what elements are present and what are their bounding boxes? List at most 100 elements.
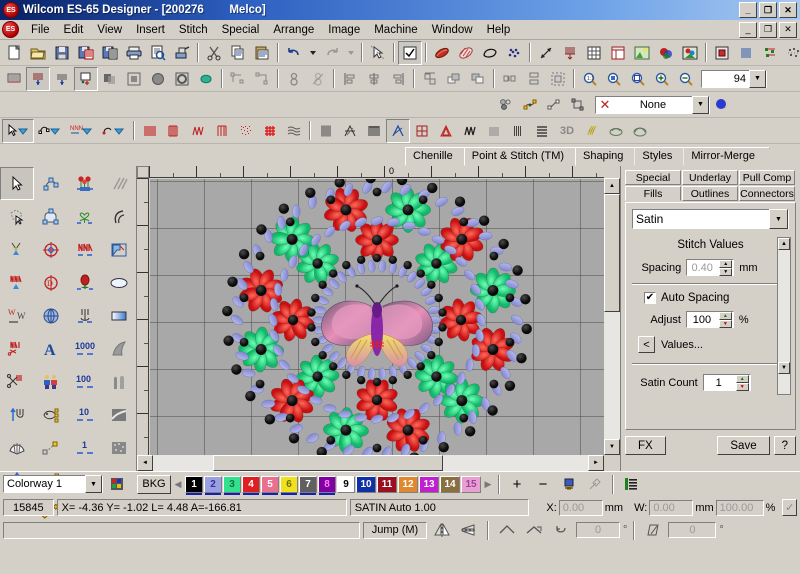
color-swatch-5[interactable]: 5 — [261, 475, 279, 495]
color-swatch-12[interactable]: 12 — [398, 475, 418, 493]
document-close-button[interactable]: ✕ — [779, 21, 797, 38]
unlock-stitch-icon[interactable] — [306, 67, 330, 91]
panel-scroll-track[interactable] — [778, 250, 790, 362]
lettering-w-icon[interactable]: WW — [0, 299, 34, 332]
column-stitch-icon[interactable] — [0, 266, 34, 299]
color-swatch-2[interactable]: 2 — [204, 475, 222, 495]
corner-node-icon[interactable] — [566, 93, 590, 117]
redo-dropdown-icon[interactable] — [344, 41, 358, 65]
cross-stitch-icon[interactable] — [258, 119, 282, 143]
chevron-down-icon[interactable]: ▼ — [769, 209, 788, 229]
thousand-stitches-icon[interactable]: 1000 — [68, 332, 102, 365]
show-connectors-icon[interactable] — [758, 41, 782, 65]
diagonal-lines-icon[interactable] — [102, 167, 136, 200]
scroll-down-button[interactable]: ▼ — [604, 439, 620, 455]
show-bitmap-icon[interactable] — [710, 41, 734, 65]
measure-icon[interactable] — [534, 41, 558, 65]
x-input[interactable]: 0.00 — [558, 499, 603, 516]
menu-edit[interactable]: Edit — [57, 22, 91, 38]
digitize-closed-icon[interactable] — [2, 67, 26, 91]
print-preview-icon[interactable] — [146, 41, 170, 65]
mirror-vertical-icon[interactable] — [457, 518, 481, 542]
arrow-up-icon[interactable] — [0, 398, 34, 431]
align-right-icon[interactable] — [386, 67, 410, 91]
steil-stitch-icon[interactable] — [362, 119, 386, 143]
ring-fill-icon[interactable] — [170, 67, 194, 91]
zigzag-nnn-icon[interactable] — [68, 233, 102, 266]
print-icon[interactable] — [122, 41, 146, 65]
bkg-button[interactable]: BKG — [137, 474, 171, 494]
reshape-icon[interactable] — [226, 67, 250, 91]
eyedropper-icon[interactable] — [583, 472, 607, 496]
scroll-left-button[interactable]: ◄ — [137, 455, 153, 471]
distribute-vertical-icon[interactable] — [522, 67, 546, 91]
color-swatch-9[interactable]: 9 — [337, 475, 355, 493]
menu-window[interactable]: Window — [425, 22, 480, 38]
heart-flower-icon[interactable] — [68, 200, 102, 233]
select-dropdown-icon[interactable] — [2, 118, 34, 143]
colorway-combo[interactable]: Colorway 1 ▼ — [3, 475, 103, 493]
horizontal-scrollbar[interactable]: ◄ ► — [137, 455, 604, 471]
align-center-icon[interactable] — [362, 67, 386, 91]
chevron-down-icon[interactable]: ▼ — [85, 475, 102, 493]
digitize-dropdown-icon[interactable] — [98, 119, 130, 143]
auto-spacing-checkbox[interactable]: ✔ — [644, 292, 656, 304]
tab-fills[interactable]: Fills — [625, 186, 681, 201]
chevron-down-icon[interactable]: ▼ — [749, 69, 766, 88]
digitize-run-icon[interactable] — [26, 66, 50, 91]
ten-stitches-icon[interactable]: 10 — [68, 398, 102, 431]
digitize-column-icon[interactable] — [50, 67, 74, 91]
fish-reshape-icon[interactable] — [34, 398, 68, 431]
mirror-horizontal-icon[interactable] — [430, 518, 454, 542]
redo-icon[interactable] — [320, 41, 344, 65]
one-stitch-icon[interactable]: 1 — [68, 431, 102, 464]
emboss-icon[interactable] — [604, 119, 628, 143]
palette-icon[interactable] — [710, 93, 734, 117]
spacing-down-button[interactable]: ▼ — [719, 268, 733, 276]
auto-underlay-icon[interactable] — [434, 119, 458, 143]
tab-shaping[interactable]: Shaping — [575, 147, 638, 166]
arc-curve-icon[interactable] — [102, 200, 136, 233]
cut-scissors-icon[interactable] — [202, 41, 226, 65]
save-all-icon[interactable] — [74, 41, 98, 65]
stitch-effect-combo[interactable]: ✕ None ▼ — [595, 95, 710, 114]
reshape-dropdown-icon[interactable] — [34, 119, 66, 143]
tab-point-and-stitch[interactable]: Point & Stitch (TM) — [464, 147, 579, 166]
menu-insert[interactable]: Insert — [129, 22, 172, 38]
tab-mirror-merge[interactable]: Mirror-Merge — [683, 147, 770, 166]
gradient-texture-icon[interactable] — [102, 398, 136, 431]
tab-outlines[interactable]: Outlines — [682, 186, 738, 201]
globe-icon[interactable] — [34, 299, 68, 332]
outline-fill-icon[interactable] — [122, 67, 146, 91]
undo-dropdown-icon[interactable] — [306, 41, 320, 65]
spacing-stepper[interactable]: ▲ ▼ — [719, 260, 733, 276]
open-folder-icon[interactable] — [26, 41, 50, 65]
satin-count-stepper[interactable]: ▲ ▼ — [735, 375, 749, 391]
complex-fill-icon[interactable] — [98, 67, 122, 91]
vertical-scrollbar[interactable]: ▲ ▼ — [604, 178, 620, 455]
zoom-1-to-1-icon[interactable]: 1:1 — [578, 67, 602, 91]
rotate-free-icon[interactable] — [549, 518, 573, 542]
lock-stitch-icon[interactable] — [282, 67, 306, 91]
send-to-machine-icon[interactable] — [170, 41, 194, 65]
rotate-cw-icon[interactable] — [522, 518, 546, 542]
document-minimize-button[interactable]: _ — [739, 21, 757, 38]
contour-stitch-icon[interactable] — [314, 119, 338, 143]
apply-button[interactable]: ✓ — [782, 499, 798, 516]
satin-count-up-button[interactable]: ▲ — [735, 375, 749, 383]
document-restore-button[interactable]: ❐ — [759, 21, 777, 38]
panel-scroll-up-button[interactable]: ▲ — [778, 238, 790, 250]
hundred-stitches-icon[interactable]: 100 — [68, 365, 102, 398]
color-swatch-13[interactable]: 13 — [419, 475, 439, 493]
satin-stitch-icon[interactable] — [138, 119, 162, 143]
stitch-cut-icon[interactable] — [0, 332, 34, 365]
color-list-icon[interactable] — [619, 472, 643, 496]
w-percent-input[interactable]: 100.00 — [715, 499, 764, 516]
skew-icon[interactable] — [641, 518, 665, 542]
tab-special[interactable]: Special — [625, 170, 681, 185]
zoom-selection-icon[interactable] — [602, 67, 626, 91]
tab-styles[interactable]: Styles — [634, 147, 687, 166]
arrange-front-icon[interactable] — [442, 67, 466, 91]
w-input[interactable]: 0.00 — [649, 499, 694, 516]
reshape-node-icon[interactable] — [34, 167, 68, 200]
